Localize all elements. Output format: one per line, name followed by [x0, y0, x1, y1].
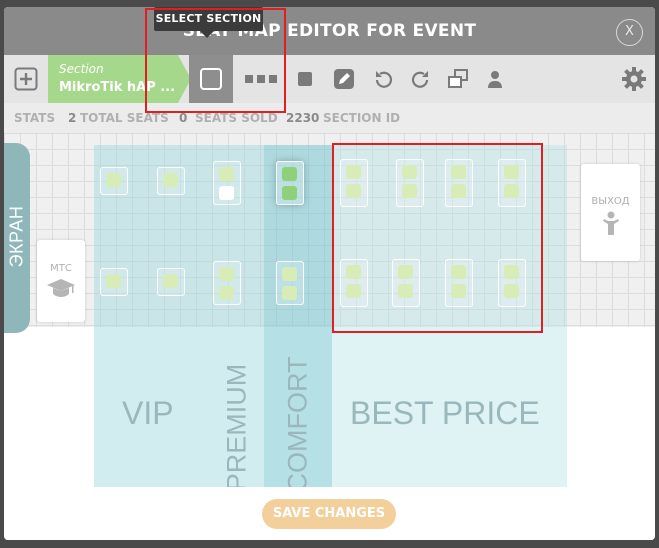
- seat-map-editor-modal: SEAT MAP EDITOR FOR EVENT X Section Mikr…: [4, 7, 655, 540]
- screen-label: ЭКРАН: [6, 205, 27, 268]
- zone-premium-label: PREMIUM: [221, 363, 252, 487]
- seat[interactable]: [346, 265, 361, 279]
- zone-comfort-label: COMFORT: [282, 356, 313, 488]
- seat[interactable]: [282, 267, 297, 281]
- seat[interactable]: [504, 265, 519, 279]
- seat-group[interactable]: [498, 159, 526, 207]
- mtc-label: МТС: [50, 263, 72, 274]
- seat[interactable]: [219, 286, 234, 300]
- section-chip-label: Section: [59, 62, 104, 76]
- mtc-card[interactable]: МТС: [37, 240, 85, 322]
- modal-title: SEAT MAP EDITOR FOR EVENT: [182, 21, 477, 41]
- section-chip-value: MikroTik hAP ...: [59, 80, 176, 95]
- seats-sold-label: SEATS SOLD: [195, 111, 278, 125]
- redo-button[interactable]: [408, 55, 432, 103]
- seat-map-canvas[interactable]: VIP PREMIUM COMFORT BEST PRICE ЭКРАН МТС…: [4, 133, 655, 487]
- select-section-button[interactable]: [189, 55, 233, 103]
- zone-best-price-label: BEST PRICE: [350, 395, 540, 431]
- settings-button[interactable]: [620, 55, 648, 103]
- seat[interactable]: [504, 165, 519, 179]
- modal-footer: SAVE CHANGES: [4, 487, 655, 540]
- tooltip-arrow: [200, 31, 214, 38]
- undo-icon: [375, 71, 393, 88]
- seat[interactable]: [451, 165, 466, 179]
- seat[interactable]: [219, 167, 234, 181]
- person-button[interactable]: [484, 55, 506, 103]
- seat[interactable]: [163, 274, 178, 288]
- undo-button[interactable]: [372, 55, 396, 103]
- seat[interactable]: [398, 284, 413, 298]
- pencil-icon: [334, 69, 354, 89]
- group-icon: [448, 69, 468, 88]
- total-seats-label: TOTAL SEATS: [80, 111, 169, 125]
- seat[interactable]: [451, 265, 466, 279]
- seat-group[interactable]: [396, 159, 424, 207]
- row-tool-button[interactable]: [242, 55, 280, 103]
- seat[interactable]: [282, 286, 297, 300]
- solid-square-icon: [298, 72, 312, 86]
- select-square-icon: [200, 68, 222, 90]
- select-section-tooltip: SELECT SECTION: [154, 7, 263, 31]
- exit-person-icon: [602, 211, 619, 235]
- edit-button[interactable]: [331, 55, 357, 103]
- seat-tool-button[interactable]: [294, 55, 316, 103]
- total-seats-count: 2: [68, 111, 77, 125]
- seat-group[interactable]: [100, 268, 128, 296]
- seat[interactable]: [451, 284, 466, 298]
- seat[interactable]: [346, 284, 361, 298]
- screen-bar[interactable]: ЭКРАН: [4, 143, 30, 333]
- section-id-label: SECTION ID: [323, 111, 401, 125]
- seat[interactable]: [282, 167, 297, 181]
- redo-icon: [411, 71, 429, 88]
- add-icon: [14, 67, 38, 91]
- group-button[interactable]: [445, 55, 471, 103]
- seat[interactable]: [106, 173, 121, 187]
- graduation-cap-icon: [47, 279, 75, 297]
- seat-group[interactable]: [276, 261, 304, 305]
- modal-header: SEAT MAP EDITOR FOR EVENT X: [4, 7, 655, 55]
- add-button[interactable]: [12, 55, 40, 103]
- section-id-value: 2230: [286, 111, 320, 125]
- seat[interactable]: [346, 165, 361, 179]
- person-icon: [488, 71, 502, 88]
- seat-group-selected[interactable]: [276, 161, 304, 205]
- seat[interactable]: [402, 184, 417, 198]
- seat-group[interactable]: [445, 259, 473, 307]
- section-chip[interactable]: Section MikroTik hAP ...: [48, 55, 191, 103]
- save-changes-button[interactable]: SAVE CHANGES: [262, 499, 396, 529]
- seat[interactable]: [402, 165, 417, 179]
- seat-group[interactable]: [445, 159, 473, 207]
- seat-group[interactable]: [213, 161, 241, 205]
- seat[interactable]: [219, 186, 234, 200]
- seat-group[interactable]: [340, 159, 368, 207]
- row-dots-icon: [245, 75, 277, 83]
- seat-group[interactable]: [157, 268, 185, 296]
- stats-bar: STATS 2 TOTAL SEATS 0 SEATS SOLD 2230 SE…: [4, 103, 655, 133]
- seat[interactable]: [106, 274, 121, 288]
- seat-group[interactable]: [157, 167, 185, 195]
- seat[interactable]: [504, 284, 519, 298]
- seat-group[interactable]: [213, 261, 241, 305]
- toolbar: Section MikroTik hAP ...: [4, 55, 655, 103]
- seat[interactable]: [451, 184, 466, 198]
- seat-group[interactable]: [392, 259, 420, 307]
- seat-group[interactable]: [100, 167, 128, 195]
- zone-vip-label: VIP: [122, 395, 174, 431]
- seat[interactable]: [163, 173, 178, 187]
- seat[interactable]: [282, 186, 297, 200]
- seats-sold-count: 0: [179, 111, 188, 125]
- seat-group[interactable]: [340, 259, 368, 307]
- seat[interactable]: [398, 265, 413, 279]
- exit-card[interactable]: ВЫХОД: [581, 164, 640, 261]
- stats-label: STATS: [14, 111, 56, 125]
- seat-group[interactable]: [498, 259, 526, 307]
- exit-label: ВЫХОД: [591, 196, 630, 207]
- zone-vip[interactable]: VIP: [94, 145, 210, 487]
- seat[interactable]: [219, 267, 234, 281]
- gear-icon: [622, 67, 646, 91]
- seat[interactable]: [504, 184, 519, 198]
- seat[interactable]: [346, 184, 361, 198]
- close-button[interactable]: X: [616, 19, 643, 46]
